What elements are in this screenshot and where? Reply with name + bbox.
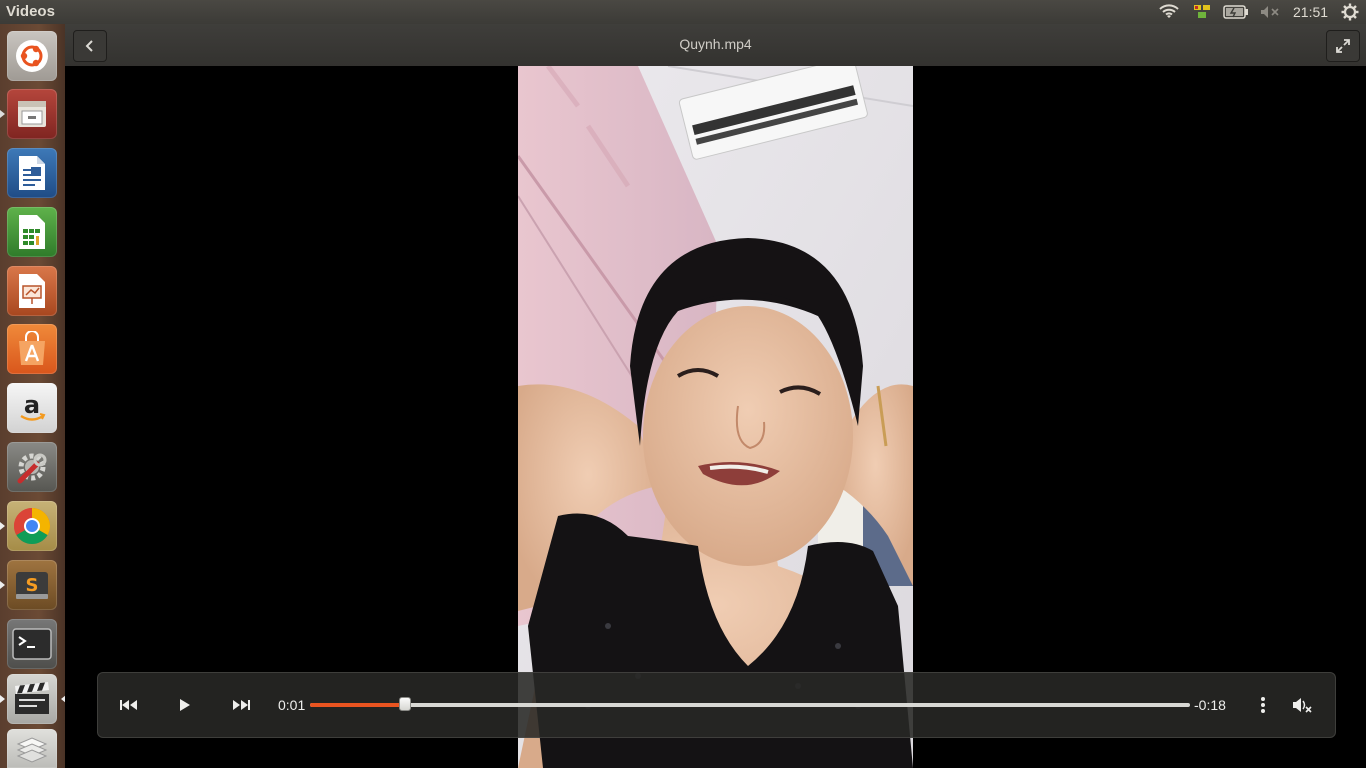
writer-document-icon — [19, 156, 45, 190]
launcher-libreoffice-impress[interactable] — [7, 266, 57, 316]
seek-handle[interactable] — [399, 697, 412, 711]
video-area[interactable] — [65, 66, 1366, 768]
svg-text:S: S — [26, 575, 39, 596]
transfer-icon[interactable] — [1191, 0, 1213, 24]
ubuntu-logo-icon — [16, 40, 48, 72]
file-cabinet-icon — [18, 101, 46, 127]
time-elapsed: 0:01 — [278, 697, 306, 713]
launcher: a S — [0, 24, 66, 768]
previous-button[interactable] — [115, 691, 143, 719]
software-bag-icon — [19, 331, 45, 365]
app-title: Videos — [6, 3, 55, 20]
launcher-amazon[interactable]: a — [7, 383, 57, 433]
play-button[interactable] — [171, 691, 199, 719]
previous-icon — [120, 700, 137, 710]
menu-dots-icon — [1261, 697, 1265, 713]
video-title: Quynh.mp4 — [679, 36, 752, 52]
launcher-google-chrome[interactable] — [0, 501, 57, 551]
launcher-libreoffice-calc[interactable] — [7, 207, 57, 257]
time-remaining: -0:18 — [1194, 697, 1226, 713]
launcher-files[interactable] — [0, 89, 57, 139]
launcher-videos[interactable] — [0, 674, 66, 724]
launcher-ubuntu-software[interactable] — [7, 324, 57, 374]
chrome-logo-icon — [13, 508, 51, 545]
terminal-icon — [12, 628, 52, 660]
volume-button[interactable] — [1288, 691, 1316, 719]
seek-progress — [310, 703, 406, 707]
battery-icon[interactable] — [1222, 0, 1250, 24]
seek-bar[interactable] — [310, 697, 1190, 711]
launcher-sublime-text[interactable]: S — [0, 560, 57, 610]
launcher-workspaces[interactable] — [7, 729, 57, 768]
workspace-stack-icon — [16, 736, 48, 763]
session-gear-icon[interactable] — [1339, 0, 1361, 24]
header-bar: Quynh.mp4 — [65, 24, 1366, 67]
clock[interactable]: 21:51 — [1293, 4, 1328, 20]
calc-spreadsheet-icon — [19, 215, 45, 249]
volume-muted-icon — [1293, 698, 1312, 713]
menu-button[interactable] — [1249, 691, 1277, 719]
launcher-ubuntu-dash[interactable] — [7, 31, 57, 81]
launcher-libreoffice-writer[interactable] — [7, 148, 57, 198]
svg-text:a: a — [24, 391, 40, 419]
clapperboard-icon — [15, 682, 49, 714]
volume-muted-icon[interactable] — [1258, 0, 1282, 24]
next-button[interactable] — [227, 691, 255, 719]
player-controls: 0:01 -0:18 — [97, 672, 1336, 738]
video-still-image — [518, 66, 913, 768]
next-icon — [233, 700, 250, 710]
launcher-terminal[interactable] — [7, 619, 57, 669]
sublime-logo-icon: S — [16, 572, 48, 599]
impress-presentation-icon — [19, 274, 45, 308]
fullscreen-button[interactable] — [1326, 30, 1360, 62]
video-frame[interactable] — [518, 66, 913, 768]
settings-wrench-icon — [17, 453, 47, 484]
launcher-system-settings[interactable] — [7, 442, 57, 492]
amazon-logo-icon: a — [20, 391, 46, 421]
wifi-icon[interactable] — [1158, 0, 1180, 24]
fullscreen-expand-icon — [1336, 39, 1350, 53]
top-panel: Videos 21:51 — [0, 0, 1366, 24]
play-icon — [180, 699, 190, 711]
